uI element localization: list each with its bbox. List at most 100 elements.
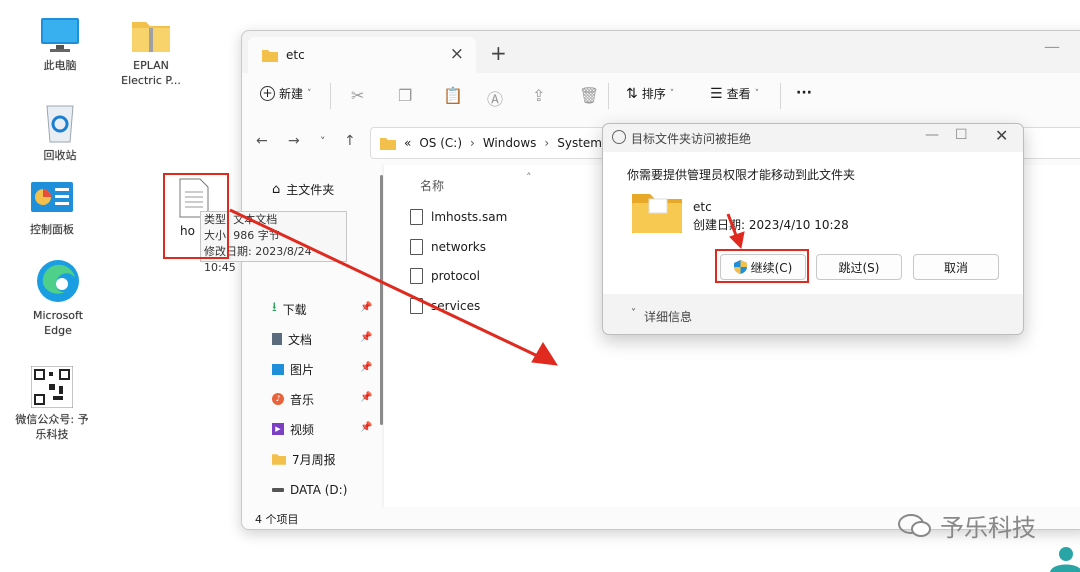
download-icon: ⭳ xyxy=(272,300,277,315)
close-icon[interactable]: ✕ xyxy=(995,126,1008,145)
recycle-bin-icon xyxy=(46,105,74,143)
monitor-icon xyxy=(41,18,79,52)
share-icon[interactable]: ⇪ xyxy=(532,86,545,105)
list-item[interactable]: lmhosts.sam xyxy=(410,209,507,225)
text-file-icon xyxy=(410,239,423,255)
sidebar-item-data-drive[interactable]: DATA (D:) xyxy=(272,479,347,501)
skip-button[interactable]: 跳过(S) xyxy=(816,254,902,280)
desktop-icon-eplan[interactable]: EPLAN Electric P... xyxy=(112,16,190,88)
sidebar-item-music[interactable]: ♪ 音乐 xyxy=(272,388,314,410)
pin-icon[interactable]: 📌 xyxy=(360,362,372,373)
item-count: 4 个项目 xyxy=(255,513,299,526)
copy-icon[interactable]: ❐ xyxy=(398,86,412,105)
desktop-icon-edge[interactable]: Microsoft Edge xyxy=(19,258,97,338)
folder-icon xyxy=(262,50,278,62)
new-tab-button[interactable]: + xyxy=(490,41,507,65)
sidebar-item-videos[interactable]: ▶ 视频 xyxy=(272,418,314,440)
qr-code-icon xyxy=(31,366,73,408)
access-denied-dialog: 目标文件夹访问被拒绝 — ☐ ✕ 你需要提供管理员权限才能移动到此文件夹 etc… xyxy=(602,123,1024,335)
new-button[interactable]: + 新建 ˅ xyxy=(260,85,312,102)
maximize-icon[interactable]: ☐ xyxy=(955,127,968,143)
sidebar-item-downloads[interactable]: ⭳ 下载 xyxy=(272,298,307,320)
chevron-down-icon: ˅ xyxy=(669,88,675,99)
new-label: 新建 xyxy=(279,87,304,101)
up-arrow-icon[interactable]: ↑ xyxy=(344,133,356,149)
sidebar-item-label: 音乐 xyxy=(290,392,315,407)
sidebar-scrollbar[interactable] xyxy=(380,175,383,425)
sidebar-item-label: 7月周报 xyxy=(292,452,336,467)
cancel-button[interactable]: 取消 xyxy=(913,254,999,280)
chevron-down-icon: ˅ xyxy=(631,308,636,319)
sort-up-icon: ˄ xyxy=(526,171,532,184)
view-icon: ☰ xyxy=(710,85,723,102)
dialog-footer: ˅ 详细信息 xyxy=(603,294,1023,334)
home-icon: ⌂ xyxy=(272,181,281,197)
sidebar-item-label: DATA (D:) xyxy=(290,483,348,497)
sort-label: 排序 xyxy=(641,87,666,101)
folder-icon xyxy=(272,454,286,465)
sidebar-item-pictures[interactable]: 图片 xyxy=(272,358,314,380)
details-label: 详细信息 xyxy=(644,310,693,324)
more-options-button[interactable]: ··· xyxy=(796,85,812,101)
rename-icon[interactable]: Ⓐ xyxy=(487,86,503,110)
file-name: networks xyxy=(431,240,486,254)
pin-icon[interactable]: 📌 xyxy=(360,332,372,343)
tab-etc[interactable]: etc × xyxy=(248,37,476,73)
desktop-icon-label: 微信公众号: 予乐科技 xyxy=(15,413,89,441)
annotation-box-continue xyxy=(715,249,809,283)
folder-name: etc xyxy=(693,200,712,214)
text-file-icon xyxy=(410,209,423,225)
breadcrumb-chevron-icon: › xyxy=(470,136,475,150)
desktop-icon-recycle-bin[interactable]: 回收站 xyxy=(21,100,99,163)
desktop-icon-wechat-qr[interactable]: 微信公众号: 予乐科技 xyxy=(13,366,91,442)
chevron-down-icon: ˅ xyxy=(307,88,312,99)
desktop-icon-this-pc[interactable]: 此电脑 xyxy=(21,16,99,73)
cut-icon[interactable]: ✂ xyxy=(351,86,364,105)
view-label: 查看 xyxy=(726,87,751,101)
desktop-icon-label: 控制面板 xyxy=(30,223,74,236)
address-overflow[interactable]: « xyxy=(404,136,411,150)
music-icon: ♪ xyxy=(272,393,284,405)
tab-label: etc xyxy=(286,48,305,62)
list-item[interactable]: protocol xyxy=(410,268,480,284)
edge-browser-icon xyxy=(37,260,79,302)
drive-icon xyxy=(272,488,284,492)
list-item[interactable]: networks xyxy=(410,239,486,255)
breadcrumb-os-c[interactable]: OS (C:) xyxy=(419,136,462,150)
view-button[interactable]: ☰ 查看 ˅ xyxy=(710,85,759,102)
pin-icon[interactable]: 📌 xyxy=(360,302,372,313)
annotation-box-source xyxy=(163,173,229,259)
pin-icon[interactable]: 📌 xyxy=(360,422,372,433)
close-tab-icon[interactable]: × xyxy=(450,44,464,64)
file-name: lmhosts.sam xyxy=(431,210,508,224)
sidebar-item-home[interactable]: ⌂ 主文件夹 xyxy=(272,178,334,200)
sidebar-item-documents[interactable]: 文档 xyxy=(272,328,312,350)
video-icon: ▶ xyxy=(272,423,284,435)
column-header-name[interactable]: 名称 xyxy=(420,177,444,194)
delete-icon[interactable]: 🗑 xyxy=(579,86,599,105)
chevron-down-icon: ˅ xyxy=(754,88,760,99)
paste-icon[interactable]: 📋 xyxy=(443,86,463,105)
details-toggle[interactable]: ˅ 详细信息 xyxy=(631,308,692,325)
control-panel-icon xyxy=(31,182,73,212)
text-file-icon xyxy=(410,298,423,314)
desktop-icon-label: EPLAN Electric P... xyxy=(121,59,181,87)
skip-label: 跳过(S) xyxy=(838,260,880,275)
watermark-text: 予乐科技 xyxy=(940,514,1036,542)
forward-arrow-icon[interactable]: → xyxy=(288,133,300,149)
list-item[interactable]: services xyxy=(410,298,480,314)
avatar-icon xyxy=(1050,547,1080,572)
recent-chevron-icon[interactable]: ˅ xyxy=(320,135,326,148)
sort-button[interactable]: ⇅ 排序 ˅ xyxy=(626,85,674,102)
folder-created-date: 创建日期: 2023/4/10 10:28 xyxy=(693,218,849,232)
breadcrumb-chevron-icon: › xyxy=(544,136,550,150)
desktop-icon-label: Microsoft Edge xyxy=(32,309,84,337)
sidebar-item-july-report[interactable]: 7月周报 xyxy=(272,448,336,470)
sidebar-item-label: 文档 xyxy=(288,332,313,347)
back-arrow-icon[interactable]: ← xyxy=(256,133,268,149)
pin-icon[interactable]: 📌 xyxy=(360,392,372,403)
minimize-icon[interactable]: — xyxy=(925,127,939,143)
minimize-icon[interactable]: — xyxy=(1044,37,1060,56)
desktop-icon-control-panel[interactable]: 控制面板 xyxy=(13,180,91,237)
breadcrumb-windows[interactable]: Windows xyxy=(483,136,537,150)
